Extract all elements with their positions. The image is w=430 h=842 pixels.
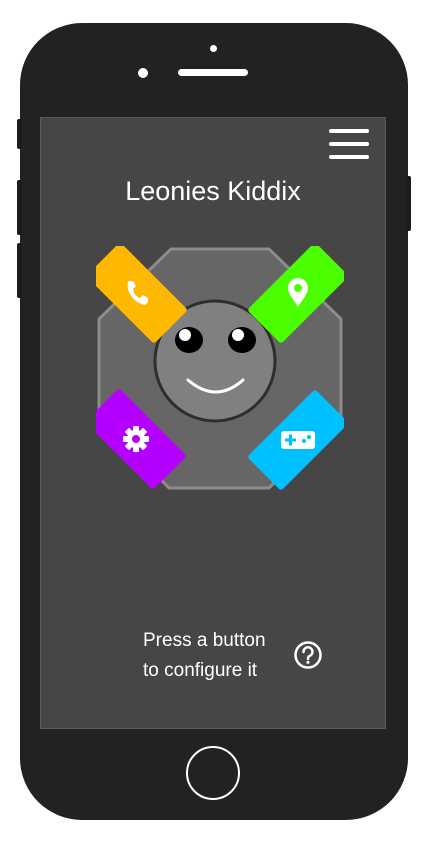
hint-line-1: Press a button xyxy=(143,630,266,651)
earpiece-speaker xyxy=(178,69,248,76)
device-name-title: Leonies Kiddix xyxy=(125,176,301,206)
hamburger-menu-icon[interactable] xyxy=(329,129,369,159)
configure-hint: Press a button to configure it xyxy=(143,626,266,686)
gamepad-icon xyxy=(281,431,315,449)
home-button[interactable] xyxy=(186,746,240,800)
volume-down-button xyxy=(17,243,22,298)
help-icon[interactable] xyxy=(293,640,323,670)
hint-line-2: to configure it xyxy=(143,660,258,681)
power-button xyxy=(406,176,411,231)
volume-up-button xyxy=(17,180,22,235)
kiddix-device xyxy=(96,246,344,490)
front-sensor xyxy=(210,45,217,52)
front-camera xyxy=(138,68,148,78)
silent-switch xyxy=(17,119,22,149)
gear-icon xyxy=(123,426,149,452)
